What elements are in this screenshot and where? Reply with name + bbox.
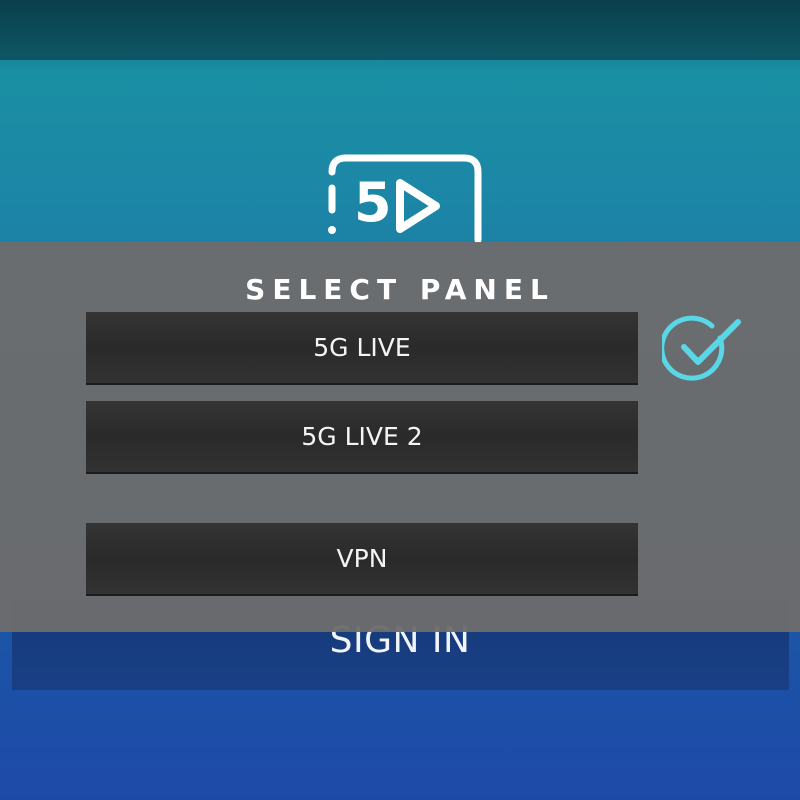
- app-logo: 5: [320, 150, 490, 245]
- logo-digit: 5: [354, 171, 392, 234]
- tv-frame-icon: [328, 154, 482, 244]
- panel-option-label: 5G LIVE: [313, 333, 411, 362]
- panel-option-vpn[interactable]: VPN: [86, 523, 638, 596]
- top-band: [0, 0, 800, 60]
- dialog-title: SELECT PANEL: [245, 273, 555, 306]
- panel-option-label: VPN: [336, 544, 388, 573]
- panel-option-label: 5G LIVE 2: [301, 422, 423, 451]
- panel-option-5g-live[interactable]: 5G LIVE: [86, 312, 638, 385]
- play-icon: [396, 179, 440, 233]
- checkmark-circle-icon: [662, 315, 741, 381]
- panel-option-5g-live-2[interactable]: 5G LIVE 2: [86, 401, 638, 474]
